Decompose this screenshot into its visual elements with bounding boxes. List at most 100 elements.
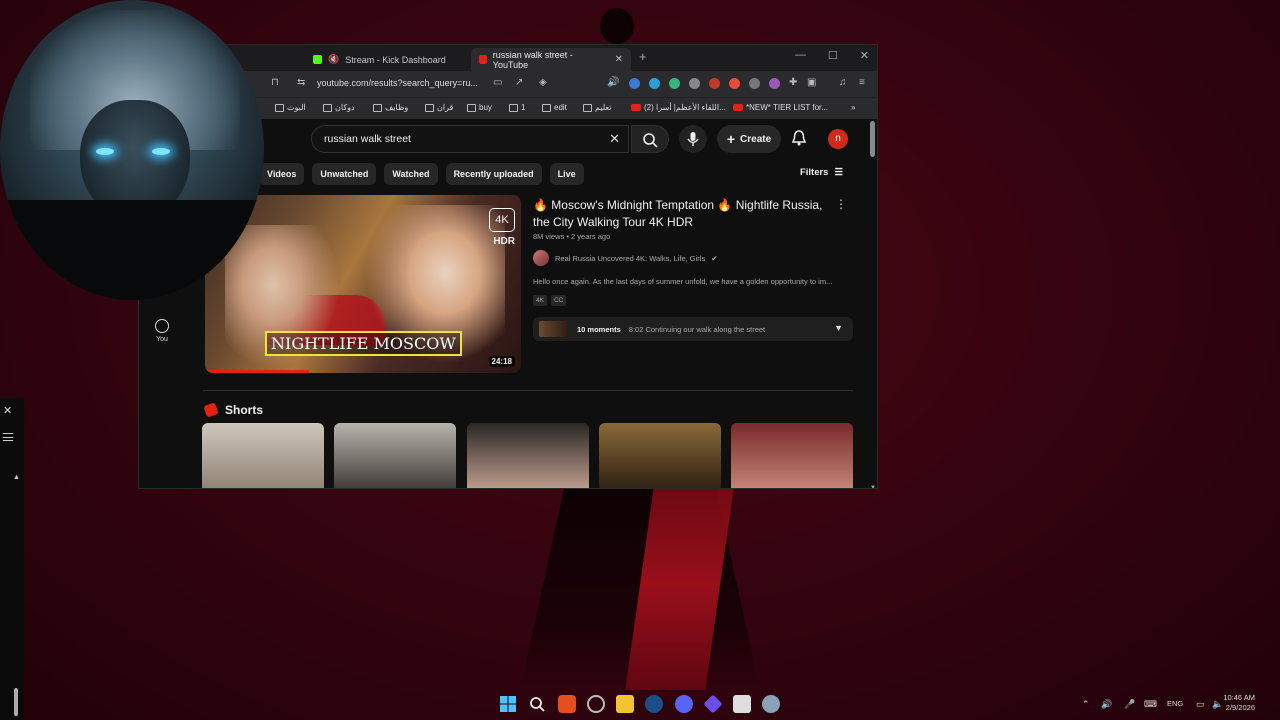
voice-search-button[interactable] — [679, 125, 707, 153]
video-title[interactable]: 🔥 Moscow's Midnight Temptation 🔥 Nightli… — [533, 197, 833, 231]
avatar-eye — [152, 148, 170, 155]
tab-label: russian walk street - YouTube — [492, 49, 573, 70]
cast-icon[interactable]: ▭ — [493, 77, 502, 88]
divider — [203, 390, 853, 391]
url-field[interactable]: youtube.com/results?search_query=ru... — [317, 78, 478, 88]
search-icon[interactable] — [528, 695, 546, 713]
bookmark-folder[interactable]: تعليم — [583, 103, 611, 112]
extension-icon[interactable] — [709, 78, 720, 89]
thumbnail-caption: NIGHTLIFE MOSCOW — [265, 331, 462, 356]
bookmark-icon[interactable]: ⊓ — [271, 77, 279, 88]
sidebar-item-you[interactable]: You — [153, 319, 171, 343]
microphone-icon[interactable]: 🎤 — [1124, 699, 1135, 710]
menu-icon[interactable] — [3, 433, 13, 441]
short-thumbnail[interactable] — [599, 423, 721, 488]
chevron-up-icon[interactable]: ⌃ — [1082, 699, 1090, 710]
extensions-puzzle-icon[interactable]: ✚ — [789, 77, 797, 88]
extension-icon[interactable] — [729, 78, 740, 89]
discord-icon[interactable] — [675, 695, 693, 713]
filter-chips: ts Videos Unwatched Watched Recently upl… — [239, 163, 584, 185]
extension-icon[interactable] — [749, 78, 760, 89]
bookmark-folder[interactable]: buy — [467, 103, 492, 112]
minimize-icon[interactable]: — — [795, 49, 806, 62]
shorts-icon — [203, 402, 219, 418]
moment-thumbnail — [539, 321, 569, 337]
bookmark-folder[interactable]: البوث — [275, 103, 306, 112]
app-icon[interactable] — [762, 695, 780, 713]
volume-icon[interactable]: 🔈 — [1212, 699, 1223, 710]
extension-icon[interactable] — [629, 78, 640, 89]
network-icon[interactable]: ▭ — [1196, 699, 1205, 710]
language-indicator[interactable]: ENG — [1167, 699, 1183, 708]
chip-videos[interactable]: Videos — [259, 163, 305, 185]
short-thumbnail[interactable] — [467, 423, 589, 488]
tab-youtube[interactable]: russian walk street - YouTube ✕ — [471, 48, 631, 71]
app-icon[interactable] — [733, 695, 751, 713]
clear-search-icon[interactable]: ✕ — [609, 131, 620, 147]
sidebar-icon[interactable]: ▣ — [807, 77, 816, 88]
scrollbar-thumb[interactable] — [870, 121, 875, 157]
tag-4k: 4K — [533, 295, 547, 306]
tab-kick-dashboard[interactable]: 🔇 Stream - Kick Dashboard — [305, 48, 454, 71]
extension-icon[interactable] — [649, 78, 660, 89]
extension-icon[interactable] — [769, 78, 780, 89]
bookmark-folder[interactable]: قران — [425, 103, 453, 112]
scroll-down-arrow[interactable]: ▼ — [870, 485, 876, 488]
search-input[interactable]: russian walk street ✕ — [311, 125, 629, 153]
short-thumbnail[interactable] — [731, 423, 853, 488]
short-thumbnail[interactable] — [202, 423, 324, 488]
sliders-icon: ☰ — [834, 167, 843, 178]
chevron-down-icon[interactable]: ▼ — [834, 323, 843, 333]
avatar-cloak — [0, 200, 264, 300]
filters-button[interactable]: Filters ☰ — [800, 167, 843, 178]
bookmark-link[interactable]: (2) اللقاء الأعظم| أسرا... — [631, 103, 726, 112]
bookmark-folder[interactable]: دوكان — [323, 103, 355, 112]
media-icon[interactable]: ♫ — [839, 77, 847, 88]
speaker-icon[interactable]: 🔊 — [1101, 699, 1112, 710]
kick-icon — [313, 55, 322, 64]
chip-recently-uploaded[interactable]: Recently uploaded — [445, 163, 542, 185]
brave-browser-icon[interactable] — [558, 695, 576, 713]
mute-icon[interactable]: 🔇 — [328, 54, 339, 65]
new-tab-button[interactable]: + — [639, 49, 647, 64]
close-window-icon[interactable]: ✕ — [860, 49, 869, 62]
brave-shield-icon[interactable]: ◈ — [539, 77, 547, 88]
close-tab-icon[interactable]: ✕ — [615, 54, 623, 65]
site-settings-icon[interactable]: ⇆ — [297, 77, 305, 88]
youtube-icon — [479, 55, 487, 64]
extension-icon[interactable] — [669, 78, 680, 89]
close-icon[interactable]: ✕ — [3, 404, 12, 417]
maximize-icon[interactable]: ☐ — [828, 49, 838, 62]
chip-live[interactable]: Live — [549, 163, 584, 185]
short-thumbnail[interactable] — [334, 423, 456, 488]
bookmark-link[interactable]: *NEW* TIER LIST for... — [733, 103, 828, 112]
search-button[interactable] — [631, 125, 669, 153]
notifications-button[interactable] — [791, 129, 807, 152]
channel-link[interactable]: Real Russia Uncovered 4K: Walks, Life, G… — [533, 250, 718, 266]
tab-label: Stream - Kick Dashboard — [345, 54, 446, 65]
account-avatar[interactable]: n — [828, 129, 848, 149]
webcam-avatar-overlay — [0, 0, 264, 300]
settings-icon[interactable] — [587, 695, 605, 713]
file-explorer-icon[interactable] — [616, 695, 634, 713]
keyboard-icon[interactable]: ⌨ — [1144, 699, 1157, 710]
bookmark-folder[interactable]: 1 — [509, 103, 525, 112]
shorts-header: Shorts — [203, 402, 263, 418]
speaker-icon[interactable]: 🔊 — [607, 77, 619, 88]
key-moments-bar[interactable]: 10 moments 8:02 Continuing our walk alon… — [533, 317, 853, 341]
bookmark-folder[interactable]: وظايف — [373, 103, 408, 112]
chip-unwatched[interactable]: Unwatched — [312, 163, 377, 185]
create-button[interactable]: + Create — [717, 125, 781, 153]
more-bookmarks-icon[interactable]: » — [851, 103, 855, 112]
more-options-icon[interactable]: ⋮ — [835, 197, 847, 211]
windows-start-icon[interactable] — [499, 695, 517, 713]
menu-icon[interactable]: ≡ — [859, 77, 865, 88]
chip-watched[interactable]: Watched — [384, 163, 438, 185]
bookmark-folder[interactable]: edit — [542, 103, 567, 112]
scroll-up-arrow[interactable]: ▲ — [13, 474, 20, 481]
channel-name: Real Russia Uncovered 4K: Walks, Life, G… — [555, 253, 706, 263]
share-icon[interactable]: ↗ — [515, 77, 523, 88]
extension-icon[interactable] — [689, 78, 700, 89]
steam-icon[interactable] — [645, 695, 663, 713]
system-clock[interactable]: 10:46 AM 2/9/2026 — [1223, 693, 1255, 713]
